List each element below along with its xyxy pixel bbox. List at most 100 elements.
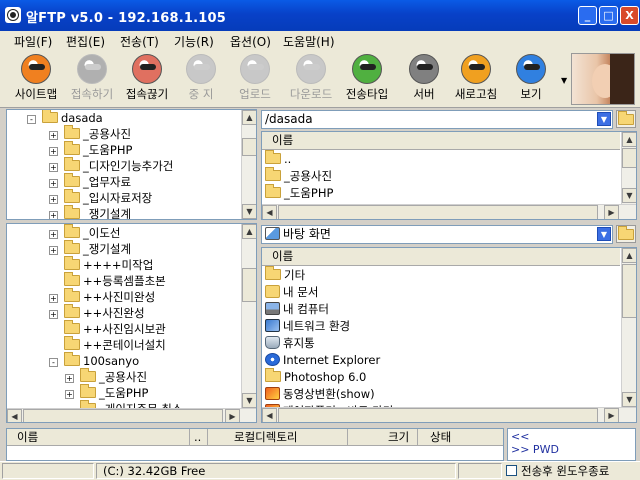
menu-transfer[interactable]: 전송(T) [118, 33, 161, 50]
column-header-name[interactable]: 이름 [262, 132, 620, 150]
list-item[interactable]: Internet Explorer [265, 352, 380, 368]
expand-icon[interactable]: + [49, 195, 58, 204]
tree-item[interactable]: + _공용사진 [49, 125, 131, 142]
toolbar-button-1[interactable]: 접속하기 [63, 52, 121, 106]
list-item[interactable]: 동영상변환(show) [265, 386, 375, 402]
list-item[interactable]: 내 문서 [265, 284, 318, 300]
tree-item[interactable]: + _업무자료 [49, 173, 131, 190]
expand-icon[interactable]: + [49, 131, 58, 140]
expand-icon[interactable]: + [49, 147, 58, 156]
horizontal-scrollbar[interactable]: ◀ ▶ [262, 204, 636, 219]
checkbox-icon[interactable] [506, 465, 517, 476]
toolbar-button-4[interactable]: 업로드 [226, 52, 284, 106]
scroll-up-icon[interactable]: ▲ [622, 248, 636, 263]
scroll-thumb[interactable] [278, 205, 598, 219]
scroll-right-icon[interactable]: ▶ [604, 205, 619, 219]
scroll-down-icon[interactable]: ▼ [242, 204, 256, 219]
vertical-scrollbar[interactable]: ▲ ▼ [621, 248, 636, 407]
expand-icon[interactable]: + [49, 310, 58, 319]
tree-item[interactable]: + _이도선 [49, 224, 121, 241]
tree-item[interactable]: ++콘테이너설치 [49, 336, 166, 353]
shutdown-after-transfer-checkbox[interactable]: 전송후 윈도우종료 [506, 464, 609, 479]
menu-help[interactable]: 도움말(H) [281, 33, 337, 50]
expand-icon[interactable]: + [49, 294, 58, 303]
tree-item[interactable]: + _도움PHP [65, 384, 148, 401]
scroll-thumb[interactable] [622, 264, 636, 318]
local-path-combo[interactable]: 바탕 화면 ▼ [261, 225, 613, 244]
local-up-folder-button[interactable] [616, 225, 636, 243]
horizontal-scrollbar[interactable]: ◀ ▶ [7, 408, 256, 422]
expand-icon[interactable]: + [49, 230, 58, 239]
chevron-down-icon[interactable]: ▼ [597, 112, 611, 126]
tree-item[interactable]: + _공용사진 [65, 368, 147, 385]
list-item[interactable]: _도움PHP [265, 184, 333, 201]
scroll-thumb[interactable] [622, 148, 636, 168]
queue-col-size[interactable]: 크기 [347, 429, 409, 446]
list-item[interactable]: 휴지통 [265, 335, 315, 351]
scroll-down-icon[interactable]: ▼ [242, 393, 256, 408]
tree-item[interactable]: - 100sanyo [49, 352, 139, 369]
tree-item[interactable]: ++++미작업 [49, 256, 153, 273]
horizontal-scrollbar[interactable]: ◀ ▶ [262, 407, 636, 422]
list-item[interactable]: .. [265, 150, 291, 167]
toolbar-button-8[interactable]: 새로고침 [447, 52, 505, 106]
vertical-scrollbar[interactable]: ▲ ▼ [241, 224, 256, 408]
tree-item[interactable]: + ++사진완성 [49, 304, 145, 321]
toolbar-button-3[interactable]: 중 지 [172, 52, 230, 106]
toolbar-button-2[interactable]: 접속끊기 [118, 52, 176, 106]
queue-col-name[interactable]: 이름 [17, 429, 38, 445]
menu-options[interactable]: 옵션(O) [228, 33, 273, 50]
scroll-thumb[interactable] [278, 408, 598, 422]
chevron-down-icon[interactable]: ▼ [597, 227, 611, 241]
close-button[interactable]: X [620, 6, 639, 25]
toolbar-button-9[interactable]: 보기 [502, 52, 560, 106]
tree-item[interactable]: + ++사진미완성 [49, 288, 155, 305]
vertical-scrollbar[interactable]: ▲ ▼ [621, 132, 636, 204]
queue-col-ext[interactable]: .. [189, 429, 201, 446]
collapse-icon[interactable]: - [27, 115, 36, 124]
expand-icon[interactable]: + [49, 179, 58, 188]
scroll-down-icon[interactable]: ▼ [622, 188, 636, 203]
tree-root-row[interactable]: - dasada [27, 110, 103, 126]
menu-file[interactable]: 파일(F) [12, 33, 54, 50]
expand-icon[interactable]: + [49, 211, 58, 219]
toolbar-button-5[interactable]: 다운로드 [282, 52, 340, 106]
menu-function[interactable]: 기능(R) [172, 33, 216, 50]
remote-up-folder-button[interactable] [616, 110, 636, 128]
maximize-button[interactable]: □ [599, 6, 618, 25]
scroll-left-icon[interactable]: ◀ [262, 408, 277, 422]
list-item[interactable]: 기타 [265, 266, 305, 283]
menu-edit[interactable]: 편집(E) [64, 33, 107, 50]
expand-icon[interactable]: + [49, 246, 58, 255]
column-header-name[interactable]: 이름 [262, 248, 620, 266]
tree-item[interactable]: ++사진임시보관 [49, 320, 166, 337]
list-item[interactable]: 네트워크 환경 [265, 318, 350, 334]
expand-icon[interactable]: + [65, 374, 74, 383]
collapse-icon[interactable]: - [49, 358, 58, 367]
queue-col-localdir[interactable]: 로컬디렉토리 [207, 429, 297, 446]
tree-item[interactable]: + _쟁기설계 [49, 240, 131, 257]
scroll-thumb[interactable] [242, 268, 256, 302]
minimize-button[interactable]: _ [578, 6, 597, 25]
scroll-left-icon[interactable]: ◀ [7, 409, 22, 422]
remote-path-combo[interactable]: /dasada ▼ [261, 110, 613, 129]
list-item[interactable]: _공용사진 [265, 167, 332, 184]
toolbar-button-7[interactable]: 서버 [395, 52, 453, 106]
scroll-up-icon[interactable]: ▲ [242, 224, 256, 239]
scroll-left-icon[interactable]: ◀ [262, 205, 277, 219]
tree-item[interactable]: + _쟁기설계 [49, 205, 131, 219]
scroll-right-icon[interactable]: ▶ [604, 408, 619, 422]
list-item[interactable]: Photoshop 6.0 [265, 368, 366, 385]
scroll-down-icon[interactable]: ▼ [622, 392, 636, 407]
tree-item[interactable]: + _입시자료저장 [49, 189, 152, 206]
list-item[interactable]: 내 컴퓨터 [265, 301, 329, 317]
tree-item[interactable]: ++등록셈플초본 [49, 272, 166, 289]
scroll-thumb[interactable] [242, 138, 256, 156]
scroll-up-icon[interactable]: ▲ [622, 132, 636, 147]
expand-icon[interactable]: + [49, 163, 58, 172]
queue-col-status[interactable]: 상태 [417, 429, 451, 446]
scroll-up-icon[interactable]: ▲ [242, 110, 256, 125]
tree-item[interactable]: + _디자인기능추가건 [49, 157, 173, 174]
scroll-thumb[interactable] [23, 409, 223, 422]
tree-item[interactable]: + _도움PHP [49, 141, 132, 158]
